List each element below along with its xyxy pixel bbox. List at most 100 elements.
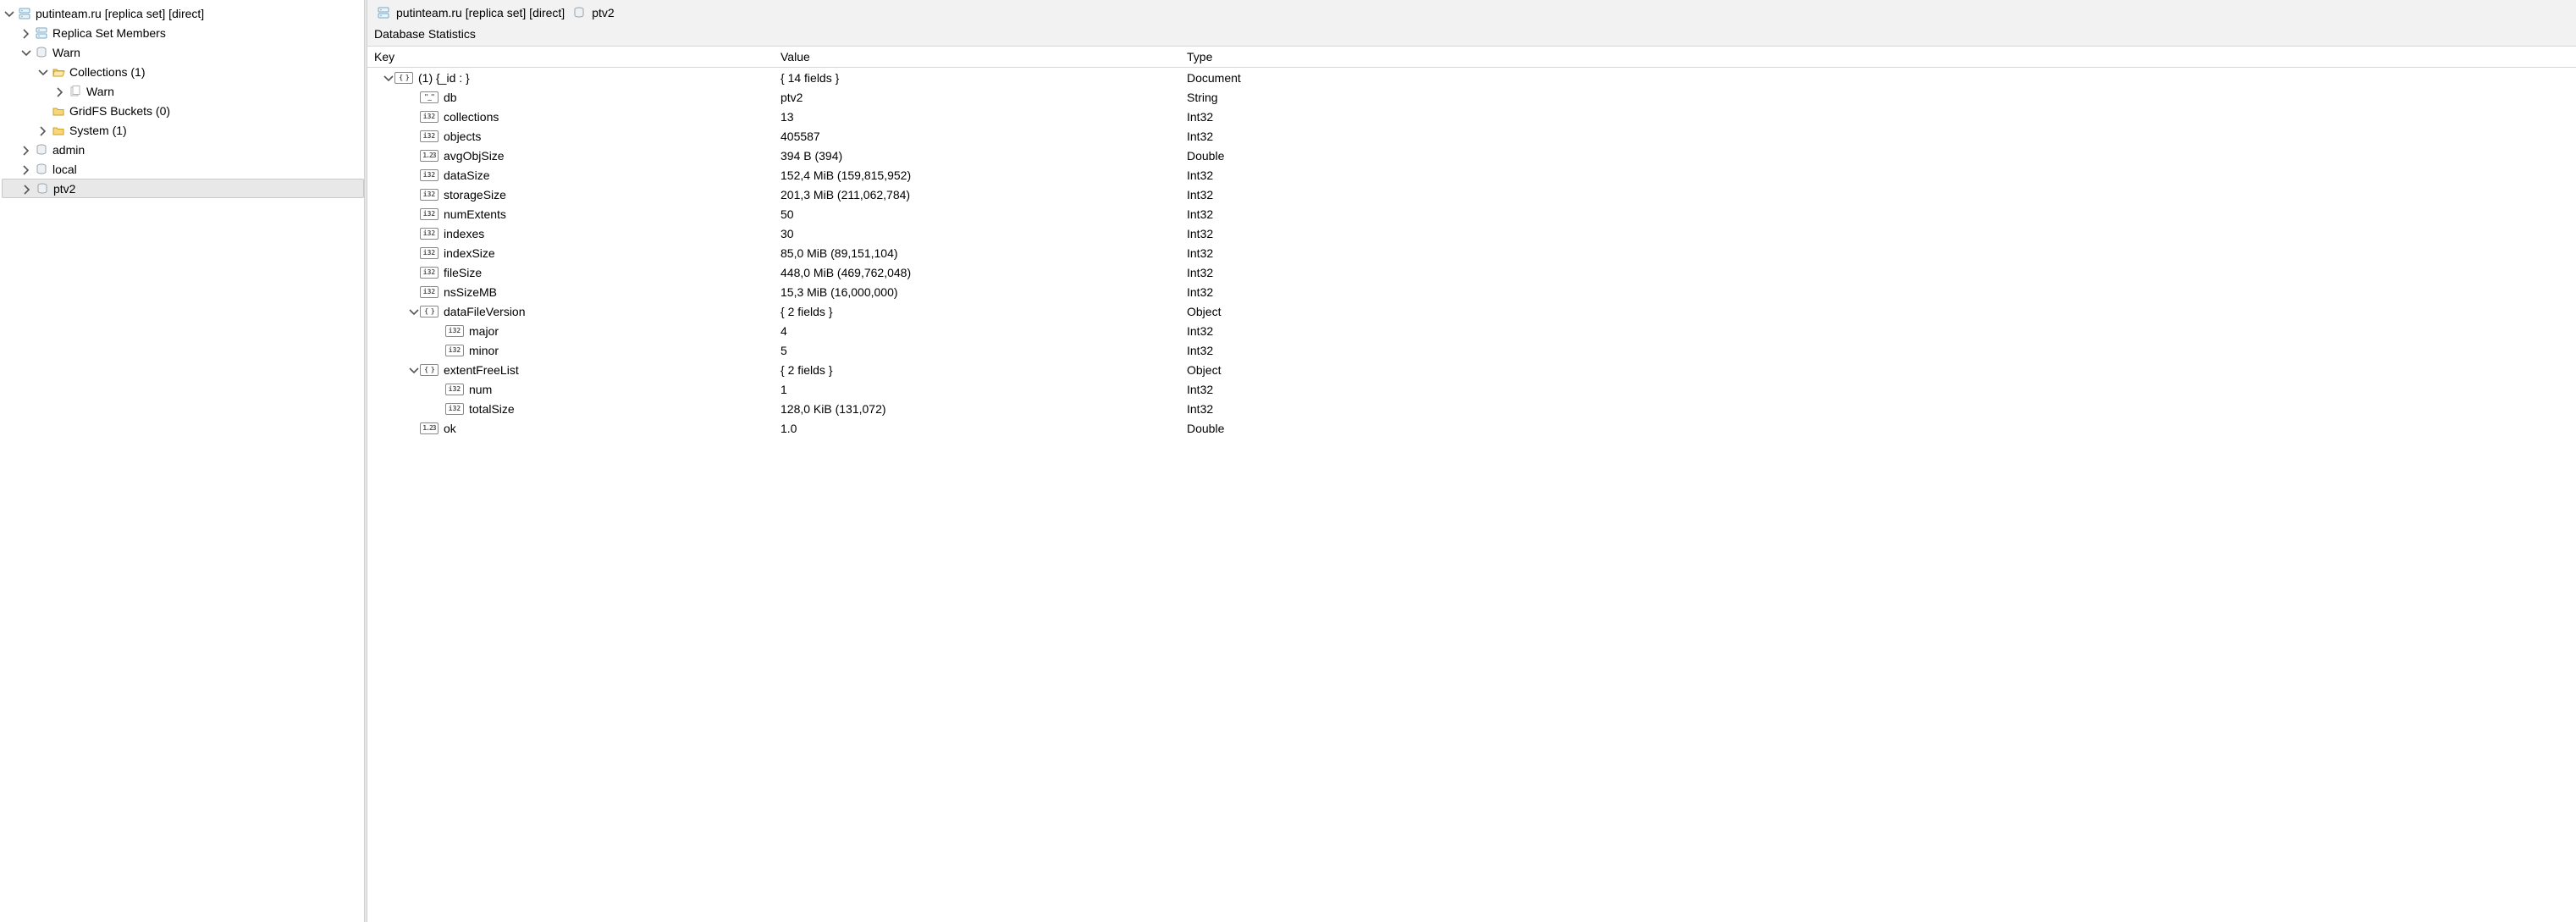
chevron-right-icon[interactable] xyxy=(36,124,49,137)
grid-row[interactable]: (1) {_id : }{ 14 fields }Document xyxy=(367,68,2576,87)
grid-row[interactable]: objects405587Int32 xyxy=(367,126,2576,146)
tree-label: local xyxy=(49,163,77,176)
grid-cell-type: Int32 xyxy=(1180,165,2576,185)
grid-row[interactable]: dataSize152,4 MiB (159,815,952)Int32 xyxy=(367,165,2576,185)
tree-node-gridfs[interactable]: GridFS Buckets (0) xyxy=(2,101,364,120)
grid-type-label: Int32 xyxy=(1187,110,1213,124)
chevron-down-icon[interactable] xyxy=(406,363,420,377)
grid-key-label: db xyxy=(444,91,457,104)
grid-cell-type: Double xyxy=(1180,146,2576,165)
int32-type-icon xyxy=(420,111,439,123)
grid-cell-type: Int32 xyxy=(1180,282,2576,301)
tree-label: putinteam.ru [replica set] [direct] xyxy=(32,7,204,20)
grid-row[interactable]: numExtents50Int32 xyxy=(367,204,2576,224)
tree-label: Collections (1) xyxy=(66,65,145,79)
object-type-icon xyxy=(394,72,413,84)
tree-label: admin xyxy=(49,143,85,157)
grid-type-label: Int32 xyxy=(1187,246,1213,260)
grid-value-label: 1 xyxy=(781,383,787,396)
tree-node-server[interactable]: putinteam.ru [replica set] [direct] xyxy=(2,3,364,23)
chevron-down-icon[interactable] xyxy=(406,305,420,318)
chevron-right-icon[interactable] xyxy=(19,182,33,196)
breadcrumb: putinteam.ru [replica set] [direct] ptv2 xyxy=(374,3,2569,22)
grid-cell-type: Object xyxy=(1180,301,2576,321)
column-header-value[interactable]: Value xyxy=(774,47,1180,67)
tree-node-system[interactable]: System (1) xyxy=(2,120,364,140)
breadcrumb-bar: putinteam.ru [replica set] [direct] ptv2… xyxy=(367,0,2576,47)
chevron-down-icon[interactable] xyxy=(381,71,394,85)
chevron-right-icon[interactable] xyxy=(52,85,66,98)
grid-cell-key: totalSize xyxy=(367,399,774,418)
grid-row[interactable]: extentFreeList{ 2 fields }Object xyxy=(367,360,2576,379)
grid-cell-type: Int32 xyxy=(1180,243,2576,262)
grid-type-label: String xyxy=(1187,91,1218,104)
column-header-type[interactable]: Type xyxy=(1180,47,2576,67)
grid-cell-type: Int32 xyxy=(1180,399,2576,418)
grid-cell-value: 15,3 MiB (16,000,000) xyxy=(774,282,1180,301)
grid-cell-type: String xyxy=(1180,87,2576,107)
chevron-right-icon[interactable] xyxy=(19,143,32,157)
twisty-spacer xyxy=(406,168,420,182)
chevron-down-icon[interactable] xyxy=(2,7,15,20)
grid-row[interactable]: dataFileVersion{ 2 fields }Object xyxy=(367,301,2576,321)
grid-row[interactable]: avgObjSize394 B (394)Double xyxy=(367,146,2576,165)
twisty-spacer xyxy=(406,91,420,104)
grid-type-label: Object xyxy=(1187,363,1221,377)
tree-node-db-ptv2[interactable]: ptv2 xyxy=(2,179,364,198)
grid-cell-type: Object xyxy=(1180,360,2576,379)
twisty-spacer xyxy=(432,383,445,396)
chevron-down-icon[interactable] xyxy=(36,65,49,79)
tree-node-db-admin[interactable]: admin xyxy=(2,140,364,159)
tree-node-db-local[interactable]: local xyxy=(2,159,364,179)
grid-value-label: 15,3 MiB (16,000,000) xyxy=(781,285,898,299)
grid-cell-key: (1) {_id : } xyxy=(367,68,774,87)
int32-type-icon xyxy=(420,208,439,220)
grid-row[interactable]: dbptv2String xyxy=(367,87,2576,107)
grid-row[interactable]: major4Int32 xyxy=(367,321,2576,340)
object-type-icon xyxy=(420,364,439,376)
grid-row[interactable]: collections13Int32 xyxy=(367,107,2576,126)
grid-cell-type: Int32 xyxy=(1180,204,2576,224)
int32-type-icon xyxy=(420,286,439,298)
connection-tree[interactable]: putinteam.ru [replica set] [direct] Repl… xyxy=(0,0,364,922)
grid-row[interactable]: nsSizeMB15,3 MiB (16,000,000)Int32 xyxy=(367,282,2576,301)
grid-row[interactable]: ok1.0Double xyxy=(367,418,2576,438)
tree-node-replica-members[interactable]: Replica Set Members xyxy=(2,23,364,42)
grid-header: Key Value Type xyxy=(367,47,2576,68)
database-icon xyxy=(34,162,49,177)
int32-type-icon xyxy=(420,228,439,240)
grid-row[interactable]: minor5Int32 xyxy=(367,340,2576,360)
grid-type-label: Int32 xyxy=(1187,383,1213,396)
tree-node-db-warn[interactable]: Warn xyxy=(2,42,364,62)
tree-node-collections[interactable]: Collections (1) xyxy=(2,62,364,81)
grid-row[interactable]: indexSize85,0 MiB (89,151,104)Int32 xyxy=(367,243,2576,262)
grid-row[interactable]: num1Int32 xyxy=(367,379,2576,399)
grid-row[interactable]: fileSize448,0 MiB (469,762,048)Int32 xyxy=(367,262,2576,282)
column-header-key[interactable]: Key xyxy=(367,47,774,67)
grid-cell-key: indexes xyxy=(367,224,774,243)
grid-key-label: minor xyxy=(469,344,499,357)
folder-open-icon xyxy=(51,64,66,80)
grid-cell-value: 4 xyxy=(774,321,1180,340)
grid-row[interactable]: indexes30Int32 xyxy=(367,224,2576,243)
grid-row[interactable]: totalSize128,0 KiB (131,072)Int32 xyxy=(367,399,2576,418)
grid-cell-key: db xyxy=(367,87,774,107)
grid-cell-value: 152,4 MiB (159,815,952) xyxy=(774,165,1180,185)
breadcrumb-db[interactable]: ptv2 xyxy=(592,6,614,19)
grid-cell-value: 1.0 xyxy=(774,418,1180,438)
main-panel: putinteam.ru [replica set] [direct] ptv2… xyxy=(367,0,2576,922)
chevron-down-icon[interactable] xyxy=(19,46,32,59)
chevron-right-icon[interactable] xyxy=(19,163,32,176)
grid-value-label: 85,0 MiB (89,151,104) xyxy=(781,246,898,260)
grid-type-label: Int32 xyxy=(1187,207,1213,221)
twisty-spacer xyxy=(406,246,420,260)
stats-grid[interactable]: Key Value Type (1) {_id : }{ 14 fields }… xyxy=(367,47,2576,922)
breadcrumb-server[interactable]: putinteam.ru [replica set] [direct] xyxy=(396,6,565,19)
server-icon xyxy=(376,5,391,20)
grid-cell-key: minor xyxy=(367,340,774,360)
grid-row[interactable]: storageSize201,3 MiB (211,062,784)Int32 xyxy=(367,185,2576,204)
chevron-right-icon[interactable] xyxy=(19,26,32,40)
tree-label: Replica Set Members xyxy=(49,26,166,40)
grid-value-label: { 2 fields } xyxy=(781,363,833,377)
tree-node-collection-warn[interactable]: Warn xyxy=(2,81,364,101)
